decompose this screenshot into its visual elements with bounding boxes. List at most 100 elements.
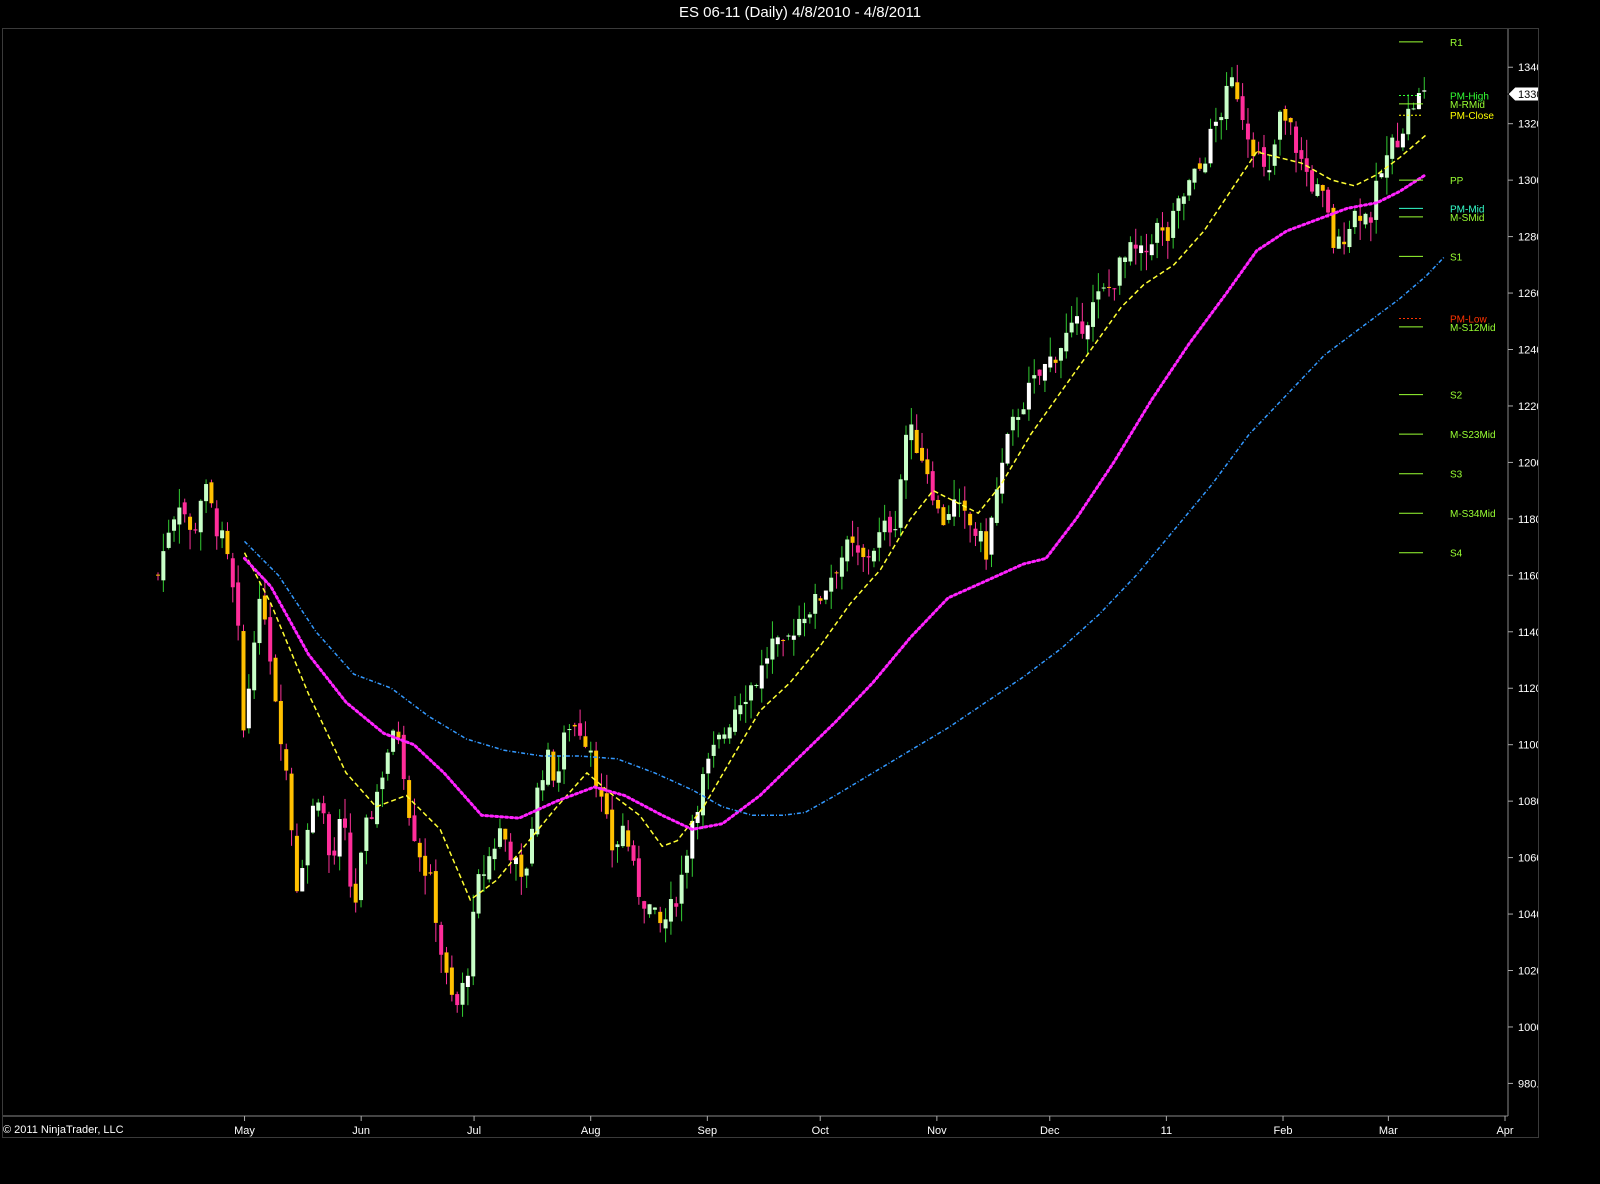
- candle-body: [225, 530, 230, 555]
- pivot-label: S3: [1450, 470, 1463, 481]
- candle-body: [1010, 416, 1015, 431]
- candle-body: [1374, 180, 1379, 220]
- candle-body: [1144, 250, 1149, 253]
- candle-body: [444, 952, 449, 973]
- candle-body: [920, 447, 925, 461]
- candle-body: [807, 614, 812, 618]
- x-tick-label: Mar: [1379, 1125, 1398, 1137]
- candle-body: [1181, 196, 1186, 204]
- indicator-line-3: [243, 255, 1446, 817]
- candle-body: [866, 556, 871, 558]
- y-tick-label: 1340.00: [1518, 62, 1538, 74]
- candle-body: [177, 507, 182, 525]
- candle-body: [524, 868, 529, 876]
- candle-body: [337, 819, 342, 857]
- candle-body: [1112, 288, 1117, 290]
- candle-body: [989, 517, 994, 555]
- candle-body: [1390, 137, 1395, 159]
- current-price-label: 1330.50: [1518, 89, 1538, 101]
- candle-body: [460, 982, 465, 1005]
- candle-body: [359, 852, 364, 901]
- candlestick-chart[interactable]: R1PM-HighM-RMidPM-ClosePPPM-MidM-SMidS1P…: [3, 29, 1538, 1137]
- x-tick-label: Apr: [1496, 1125, 1513, 1137]
- candle-body: [1315, 184, 1320, 196]
- candle-body: [717, 734, 722, 740]
- candle-body: [497, 828, 502, 847]
- candle-body: [978, 530, 983, 542]
- candle-body: [914, 429, 919, 453]
- candle-body: [246, 688, 251, 729]
- candle-body: [909, 424, 914, 441]
- x-tick-label: Aug: [581, 1125, 601, 1137]
- candle-body: [1026, 382, 1031, 410]
- pivot-label: S2: [1450, 391, 1463, 402]
- candle-body: [449, 967, 454, 995]
- candle-body: [583, 736, 588, 747]
- candle-body: [588, 750, 593, 753]
- candle-body: [936, 499, 941, 509]
- candle-body: [241, 631, 246, 731]
- candle-body: [1091, 302, 1096, 327]
- candle-body: [1272, 144, 1277, 166]
- candle-body: [567, 729, 572, 731]
- candle-body: [850, 536, 855, 543]
- candle-body: [476, 874, 481, 914]
- candle-body: [1310, 170, 1315, 192]
- candle-body: [284, 749, 289, 771]
- candle-body: [733, 709, 738, 732]
- candle-body: [1219, 117, 1224, 121]
- candle-body: [652, 907, 657, 910]
- candle-body: [289, 773, 294, 831]
- candle-body: [455, 994, 460, 1006]
- candle-body: [1213, 121, 1218, 126]
- candle-body: [786, 635, 791, 637]
- candle-body: [684, 855, 689, 873]
- candle-body: [439, 924, 444, 955]
- candle-body: [1261, 147, 1266, 167]
- candle-body: [161, 551, 166, 581]
- candle-body: [620, 825, 625, 847]
- y-tick-label: 1020.00: [1518, 966, 1538, 978]
- candle-body: [471, 911, 476, 977]
- candle-body: [898, 479, 903, 528]
- candle-body: [818, 598, 823, 601]
- candle-body: [343, 818, 348, 828]
- plot-area[interactable]: R1 PM-High M-RMid PM-Close PP PM-Mid M-SMid S1 P…: [2, 28, 1539, 1138]
- candle-body: [556, 771, 561, 783]
- candle-body: [1176, 198, 1181, 211]
- candle-body: [252, 642, 257, 691]
- y-tick-label: 1300.00: [1518, 175, 1538, 187]
- candle-body: [300, 868, 305, 892]
- candle-body: [332, 850, 337, 856]
- candle-body: [738, 705, 743, 715]
- candle-body: [1160, 227, 1165, 231]
- candle-body: [1368, 217, 1373, 223]
- candle-body: [1278, 111, 1283, 140]
- indicator-layer: [243, 134, 1446, 902]
- candle-body: [428, 872, 433, 874]
- pivot-label: M-S23Mid: [1450, 430, 1496, 441]
- candle-body: [925, 459, 930, 475]
- y-tick-label: 1240.00: [1518, 345, 1538, 357]
- candle-body: [396, 731, 401, 738]
- candle-body: [1064, 332, 1069, 352]
- candle-body: [1016, 417, 1021, 420]
- candle-body: [188, 516, 193, 530]
- y-tick-label: 1060.00: [1518, 853, 1538, 865]
- x-tick-label: May: [234, 1125, 255, 1137]
- candle-body: [230, 558, 235, 588]
- candle-body: [353, 883, 358, 903]
- candle-body: [749, 685, 754, 701]
- candle-body: [1395, 140, 1400, 148]
- candle-body: [658, 911, 663, 924]
- candle-body: [1069, 322, 1074, 333]
- candle-body: [973, 528, 978, 536]
- candle-body: [994, 489, 999, 523]
- candle-body: [647, 904, 652, 915]
- candle-body: [257, 598, 262, 644]
- candle-body: [578, 723, 583, 736]
- chart-title: ES 06-11 (Daily) 4/8/2010 - 4/8/2011: [0, 0, 1600, 26]
- y-tick-label: 1220.00: [1518, 401, 1538, 413]
- candle-body: [423, 855, 428, 876]
- candle-body: [1267, 170, 1272, 173]
